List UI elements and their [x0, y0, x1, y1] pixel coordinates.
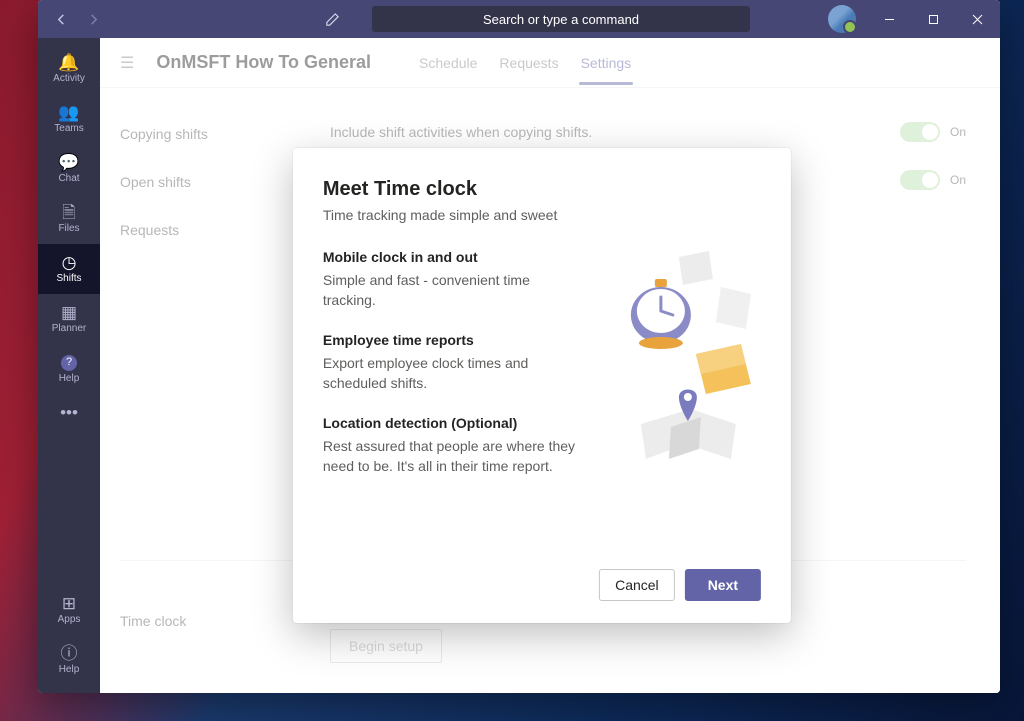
tab-settings[interactable]: Settings — [581, 41, 632, 85]
people-icon: 👥 — [58, 104, 79, 121]
help-icon: ? — [61, 355, 77, 371]
tabs: Schedule Requests Settings — [419, 41, 631, 85]
clock-icon: ◷ — [62, 254, 77, 271]
avatar[interactable] — [828, 5, 856, 33]
bell-icon: 🔔 — [58, 54, 79, 71]
rail-files[interactable]: 🗎 Files — [38, 194, 100, 244]
modal-section-mobile: Mobile clock in and out Simple and fast … — [323, 249, 581, 310]
search-input[interactable]: Search or type a command — [372, 6, 750, 32]
row-open-shifts: Open shifts — [120, 158, 270, 206]
modal-illustration — [601, 249, 761, 499]
rail-more[interactable]: ••• — [38, 394, 100, 430]
nav-forward-button[interactable] — [80, 6, 106, 32]
modal-title: Meet Time clock — [323, 178, 761, 201]
titlebar: Search or type a command — [38, 0, 1000, 38]
rail-label: Shifts — [56, 273, 81, 284]
ellipsis-icon: ••• — [60, 404, 78, 421]
row-time-clock: Time clock — [120, 613, 270, 629]
modal-subtitle: Time tracking made simple and sweet — [323, 207, 761, 223]
next-button[interactable]: Next — [685, 569, 761, 601]
chat-icon: 💬 — [58, 154, 79, 171]
modal-section-reports: Employee time reports Export employee cl… — [323, 332, 581, 393]
search-placeholder: Search or type a command — [483, 12, 639, 27]
file-icon: 🗎 — [62, 204, 76, 221]
rail-shifts[interactable]: ◷ Shifts — [38, 244, 100, 294]
hamburger-icon[interactable]: ☰ — [120, 53, 134, 73]
window-minimize-button[interactable] — [870, 0, 908, 38]
begin-setup-button[interactable]: Begin setup — [330, 629, 442, 663]
rail-label: Planner — [52, 323, 86, 334]
tab-requests[interactable]: Requests — [499, 41, 558, 85]
rail-chat[interactable]: 💬 Chat — [38, 144, 100, 194]
settings-labels-col: Copying shifts Open shifts Requests — [120, 108, 270, 520]
content-header: ☰ OnMSFT How To General Schedule Request… — [100, 38, 1000, 88]
rail-label: Help — [59, 373, 80, 384]
rail-label: Files — [58, 223, 79, 234]
rail-activity[interactable]: 🔔 Activity — [38, 44, 100, 94]
rail-label: Help — [59, 664, 80, 675]
rail-planner[interactable]: ▦ Planner — [38, 294, 100, 344]
rail-label: Activity — [53, 73, 85, 84]
cancel-button[interactable]: Cancel — [599, 569, 675, 601]
rail-label: Apps — [58, 614, 81, 625]
rail-help-bottom[interactable]: ⓘ Help — [38, 635, 100, 685]
rail-label: Teams — [54, 123, 83, 134]
copying-shifts-toggle[interactable] — [900, 122, 940, 142]
apps-icon: ⊞ — [62, 595, 76, 612]
open-shifts-toggle[interactable] — [900, 170, 940, 190]
rail-help[interactable]: ? Help — [38, 344, 100, 394]
planner-icon: ▦ — [61, 304, 77, 321]
toggle-on-label: On — [950, 125, 966, 139]
modal-section-location: Location detection (Optional) Rest assur… — [323, 415, 581, 476]
window-close-button[interactable] — [958, 0, 996, 38]
modal-footer: Cancel Next — [323, 569, 761, 601]
tab-schedule[interactable]: Schedule — [419, 41, 477, 85]
toggle-on-label: On — [950, 173, 966, 187]
page-title: OnMSFT How To General — [156, 52, 371, 73]
rail-label: Chat — [58, 173, 79, 184]
rail-apps[interactable]: ⊞ Apps — [38, 585, 100, 635]
row-requests: Requests — [120, 206, 270, 254]
compose-icon[interactable] — [318, 5, 346, 33]
help-circle-icon: ⓘ — [61, 645, 78, 662]
rail-teams[interactable]: 👥 Teams — [38, 94, 100, 144]
time-clock-modal: Meet Time clock Time tracking made simpl… — [293, 148, 791, 623]
app-rail: 🔔 Activity 👥 Teams 💬 Chat 🗎 Files ◷ Shif… — [38, 38, 100, 693]
nav-back-button[interactable] — [48, 6, 74, 32]
row-copying-shifts: Copying shifts — [120, 110, 270, 158]
window-maximize-button[interactable] — [914, 0, 952, 38]
